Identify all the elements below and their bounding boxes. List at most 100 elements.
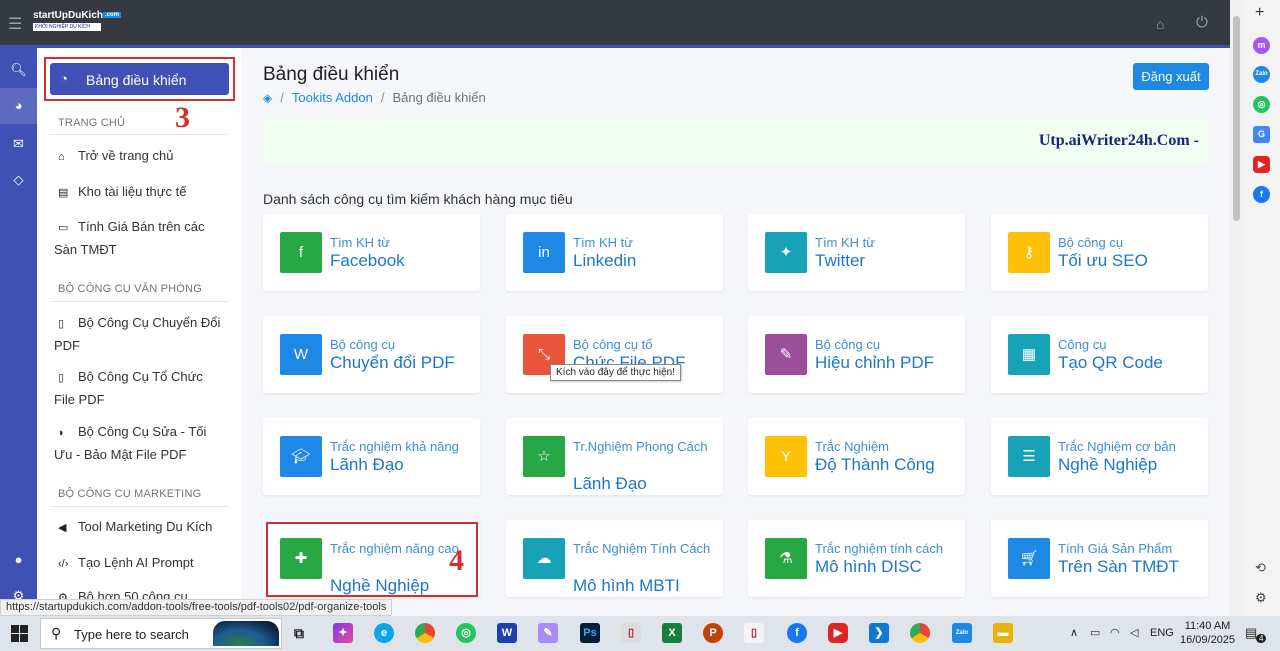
facebook-taskbar-icon[interactable]: f (787, 623, 807, 643)
settings-icon[interactable]: ⚙ (1255, 590, 1267, 606)
tool-card-pdf-organize[interactable]: ⤡ Bộ công cụ tổ Chức File PDF (506, 316, 723, 393)
sidebar: ◔ Bảng điều khiển TRANG CHỦ ⌂ Trở về tran… (37, 48, 242, 616)
tooltip: Kích vào đây để thực hiện! (550, 364, 681, 381)
youtube-icon[interactable]: ▶ (1253, 156, 1270, 173)
shield-icon: ◗ (58, 427, 65, 439)
annotation-box-4 (266, 522, 478, 597)
zalo-taskbar-icon[interactable]: Zalo (952, 623, 972, 643)
tool-card-success[interactable]: Y Trắc Nghiệm Độ Thành Công (748, 418, 965, 495)
vscode-icon[interactable]: ❯ (869, 623, 889, 643)
breadcrumb-link[interactable]: Tookits Addon (292, 90, 373, 105)
twitter-icon: ✦ (765, 232, 807, 273)
windows-taskbar: ⚲ Type here to search ⧉ ✦ e ◎ W ✎ Ps ▯ X… (0, 616, 1280, 651)
edge-icon[interactable]: e (374, 623, 394, 643)
sidebar-item-home[interactable]: ⌂ Trở về trang chủ (54, 145, 226, 168)
tool-card-ecommerce-price[interactable]: 🛒︎ Tính Giá Sản Phẩm Trên Sàn TMĐT (991, 520, 1208, 597)
device-icon[interactable]: ▭ (1090, 626, 1100, 639)
tool-card-pdf-edit[interactable]: ✎ Bộ công cụ Hiệu chỉnh PDF (748, 316, 965, 393)
chrome-profile-icon[interactable] (910, 623, 930, 643)
search-icon: ⚲ (51, 625, 62, 641)
file-icon: ▤ (58, 187, 69, 199)
cube-icon[interactable]: ◈ (263, 91, 272, 105)
home-icon: ⌂ (58, 151, 65, 163)
tool-card-pdf-convert[interactable]: W Bộ công cụ Chuyển đổi PDF (263, 316, 480, 393)
breadcrumb: ◈ / Tookits Addon / Bảng điều khiển (263, 90, 486, 105)
translate-icon[interactable]: G (1253, 126, 1270, 143)
banner-text[interactable]: Utp.aiWriter24h.Com - (1039, 132, 1199, 150)
tool-card-career-basic[interactable]: ☰ Trắc Nghiệm cơ bản Nghề Nghiệp (991, 418, 1208, 495)
sidebar-item-documents[interactable]: ▤ Kho tài liệu thực tế (54, 181, 226, 204)
trophy-icon: Y (765, 436, 807, 477)
cart-icon: ▭ (58, 222, 69, 234)
zalo-icon[interactable]: Zalo (1253, 66, 1270, 83)
tool-card-mbti[interactable]: ☁ Trắc Nghiệm Tính Cách Mô hình MBTI (506, 520, 723, 597)
tool-card-linkedin[interactable]: in Tìm KH từ Linkedin (506, 214, 723, 291)
top-navbar: ☰ startUpDuKich .com KHỞI NGHIỆP DU KÍCH … (0, 0, 1230, 48)
cloud-icon: ☁ (523, 538, 565, 579)
divider (50, 301, 229, 302)
breadcrumb-current: Bảng điều khiển (392, 90, 486, 105)
paint-icon[interactable]: ✎ (538, 623, 558, 643)
linkedin-icon: in (523, 232, 565, 273)
tool-card-qr-code[interactable]: ▦ Công cụ Tạo QR Code (991, 316, 1208, 393)
diamond-icon[interactable]: ◇ (0, 162, 37, 198)
pdf-viewer-icon[interactable]: ▯ (744, 623, 764, 643)
wifi-icon[interactable]: ◠ (1110, 626, 1120, 639)
sidebar-item-pdf-convert[interactable]: ▯ Bộ Công Cụ Chuyển Đổi PDF (54, 312, 226, 356)
windows-start-icon[interactable] (11, 625, 28, 642)
taskbar-clock[interactable]: 11:40 AM 16/09/2025 (1180, 619, 1235, 647)
app-icon[interactable]: ◎ (456, 623, 476, 643)
divider (50, 506, 229, 507)
sidebar-item-ai-prompt[interactable]: ‹/› Tạo Lệnh AI Prompt (54, 552, 226, 575)
tool-card-leadership-style[interactable]: ☆ Tr.Nghiệm Phong Cách Lãnh Đạo (506, 418, 723, 495)
search-icon[interactable]: 🔍︎ (0, 52, 37, 88)
qr-code-icon: ▦ (1008, 334, 1050, 375)
sidebar-item-pdf-edit[interactable]: ◗ Bộ Công Cụ Sửa - Tối Ưu - Bảo Mật File … (54, 421, 226, 465)
language-indicator[interactable]: ENG (1150, 627, 1174, 639)
edit-icon: ✎ (765, 334, 807, 375)
photoshop-icon[interactable]: Ps (580, 623, 600, 643)
chevron-up-icon[interactable]: ∧ (1070, 626, 1078, 639)
tool-card-facebook[interactable]: f Tìm KH từ Facebook (263, 214, 480, 291)
history-icon[interactable]: ⟲ (1255, 560, 1266, 576)
powerpoint-icon[interactable]: P (703, 623, 723, 643)
chrome-icon[interactable] (415, 623, 435, 643)
tool-card-twitter[interactable]: ✦ Tìm KH từ Twitter (748, 214, 965, 291)
home-icon[interactable]: ⌂ (1156, 16, 1164, 32)
facebook-icon[interactable]: f (1253, 186, 1270, 203)
sidebar-item-marketing-tool[interactable]: ◀ Tool Marketing Du Kích (54, 516, 226, 539)
add-icon[interactable]: + (1255, 4, 1264, 22)
tool-card-seo[interactable]: ⚷ Bộ công cụ Tối ưu SEO (991, 214, 1208, 291)
volume-icon[interactable]: ◁ (1130, 626, 1138, 639)
file-explorer-icon[interactable]: ▬ (993, 623, 1013, 643)
logout-button[interactable]: Đăng xuất (1133, 63, 1209, 90)
tool-card-leadership-ability[interactable]: 🎓︎ Trắc nghiệm khả năng Lãnh Đạo (263, 418, 480, 495)
copilot-icon[interactable]: ✦ (333, 623, 353, 643)
sidebar-item-pdf-organize[interactable]: ▯ Bộ Công Cụ Tổ Chức File PDF (54, 366, 226, 410)
power-icon[interactable]: ⏻ (1196, 14, 1208, 31)
game-icon[interactable]: ◎ (1253, 96, 1270, 113)
annotation-number-4: 4 (449, 544, 464, 577)
task-view-icon[interactable]: ⧉ (289, 623, 309, 643)
section-title-office: BỘ CÔNG CỤ VĂN PHÒNG (58, 283, 202, 295)
user-icon[interactable]: ● (0, 542, 37, 578)
key-icon: ⚷ (1008, 232, 1050, 273)
tool-card-disc[interactable]: ⚗ Trắc nghiệm tính cách Mô hình DISC (748, 520, 965, 597)
icon-sidebar: 🔍︎ ◕ ✉ ◇ ● ⚙ (0, 48, 37, 616)
pdf-app-icon[interactable]: ▯ (621, 623, 641, 643)
sidebar-item-pricing[interactable]: ▭ Tính Giá Bán trên các Sàn TMĐT (54, 216, 226, 260)
menu-icon[interactable]: ☰ (8, 14, 24, 33)
mail-icon[interactable]: ✉ (0, 126, 37, 162)
annotation-number-3: 3 (175, 101, 190, 134)
youtube-taskbar-icon[interactable]: ▶ (828, 623, 848, 643)
excel-icon[interactable]: X (662, 623, 682, 643)
site-logo[interactable]: startUpDuKich .com KHỞI NGHIỆP DU KÍCH (33, 10, 122, 38)
messenger-icon[interactable]: m (1253, 37, 1270, 54)
taskbar-search-input[interactable]: ⚲ Type here to search (40, 618, 282, 649)
scrollbar-thumb[interactable] (1233, 16, 1240, 221)
word-icon[interactable]: W (497, 623, 517, 643)
section-title-home: TRANG CHỦ (58, 117, 126, 129)
section-title-marketing: BỘ CÔNG CỤ MARKETING (58, 488, 202, 500)
dashboard-icon[interactable]: ◕ (0, 88, 37, 124)
cart-icon: 🛒︎ (1008, 538, 1050, 579)
